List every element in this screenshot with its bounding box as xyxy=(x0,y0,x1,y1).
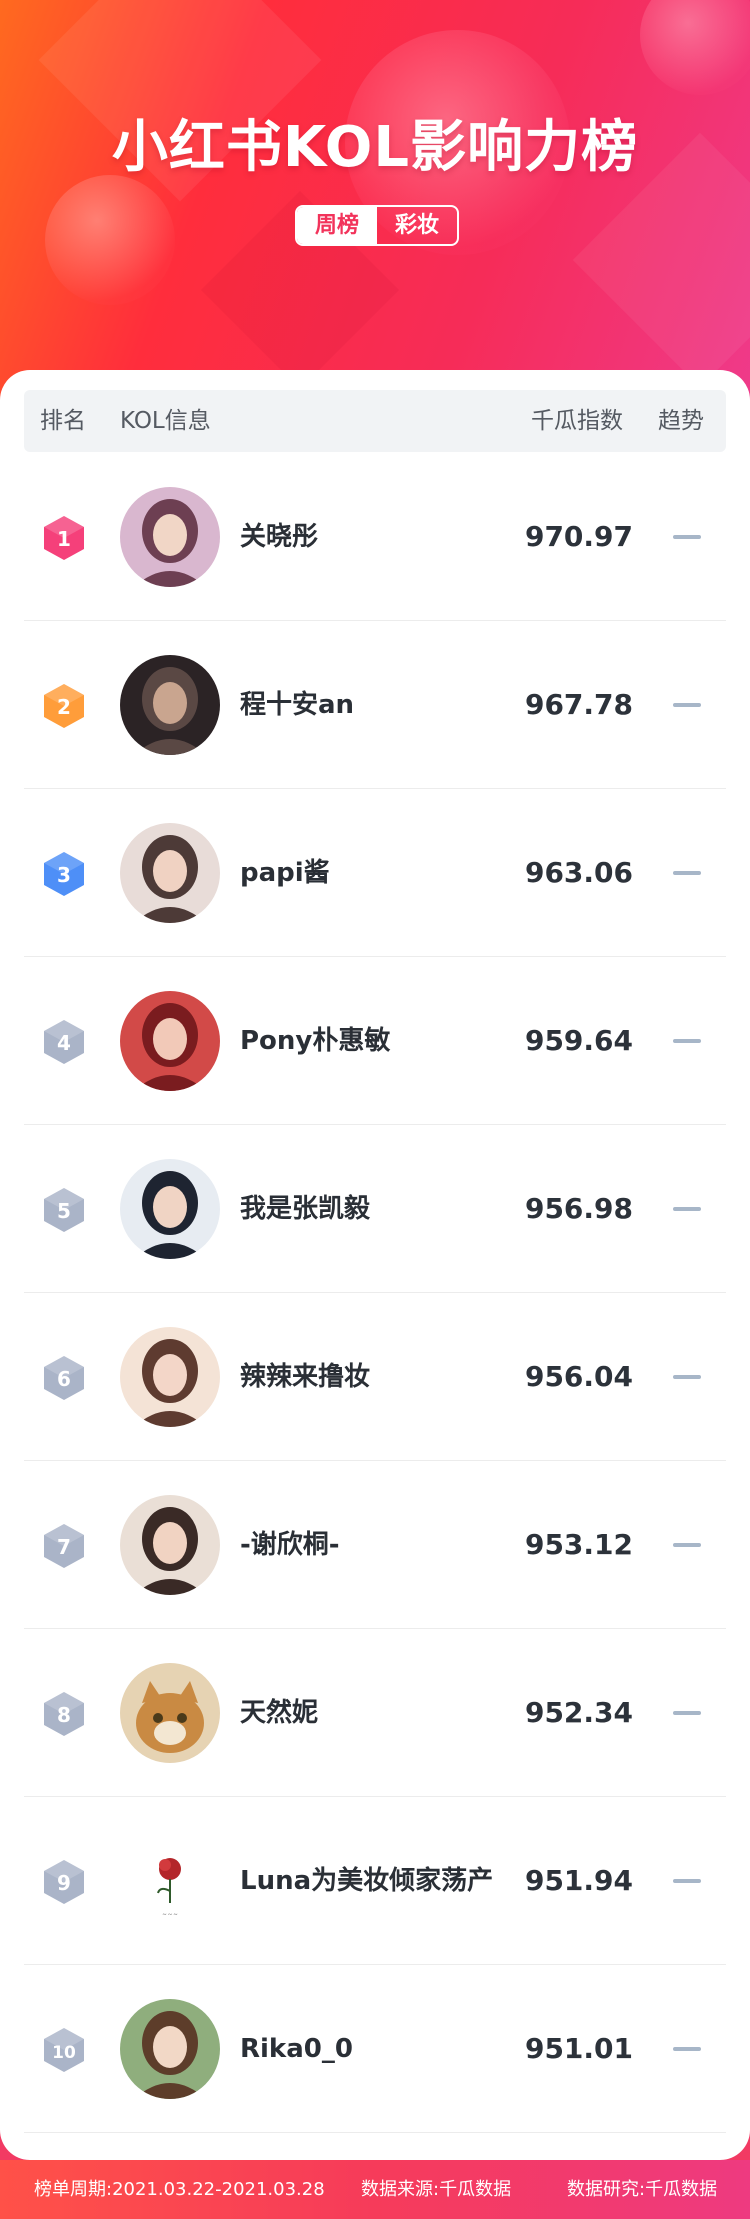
avatar[interactable] xyxy=(120,1159,220,1259)
index-score: 963.06 xyxy=(524,856,634,889)
rank-badge-icon: 4 xyxy=(42,1019,86,1065)
table-row[interactable]: 8 天然妮 952.34 xyxy=(24,1629,726,1797)
trend-flat-icon xyxy=(673,871,701,875)
avatar[interactable] xyxy=(120,823,220,923)
ranking-card: 排名 KOL信息 千瓜指数 趋势 1 关晓彤 970.97 2 程十安an 96… xyxy=(0,370,750,2160)
kol-name[interactable]: 关晓彤 xyxy=(240,453,318,621)
trend-flat-icon xyxy=(673,1711,701,1715)
avatar[interactable] xyxy=(120,655,220,755)
rank-badge-icon: 2 xyxy=(42,683,86,729)
tab-weekly[interactable]: 周榜 xyxy=(297,207,377,244)
ranking-list: 1 关晓彤 970.97 2 程十安an 967.78 3 papi酱 963.… xyxy=(24,453,726,2133)
rank-badge-icon: 3 xyxy=(42,851,86,897)
table-header: 排名 KOL信息 千瓜指数 趋势 xyxy=(24,390,726,452)
index-score: 959.64 xyxy=(524,1024,634,1057)
table-row[interactable]: 5 我是张凯毅 956.98 xyxy=(24,1125,726,1293)
rank-badge-icon: 7 xyxy=(42,1523,86,1569)
index-score: 951.94 xyxy=(524,1864,634,1897)
trend-flat-icon xyxy=(673,1879,701,1883)
table-row[interactable]: 10 Rika0_0 951.01 xyxy=(24,1965,726,2133)
index-score: 956.98 xyxy=(524,1192,634,1225)
rank-number: 2 xyxy=(57,695,71,719)
avatar[interactable] xyxy=(120,1999,220,2099)
rank-number: 6 xyxy=(57,1367,71,1391)
avatar[interactable] xyxy=(120,1495,220,1595)
avatar[interactable] xyxy=(120,991,220,1091)
rank-badge-icon: 9 xyxy=(42,1859,86,1905)
avatar[interactable] xyxy=(120,487,220,587)
rank-number: 1 xyxy=(57,527,71,551)
rank-badge-icon: 8 xyxy=(42,1691,86,1737)
index-score: 951.01 xyxy=(524,2032,634,2065)
index-score: 952.34 xyxy=(524,1696,634,1729)
rank-badge-icon: 6 xyxy=(42,1355,86,1401)
table-row[interactable]: 7 -谢欣桐- 953.12 xyxy=(24,1461,726,1629)
decor-orb xyxy=(45,175,175,305)
footer-period: 榜单周期:2021.03.22-2021.03.28 xyxy=(34,2179,325,2200)
tab-group: 周榜 彩妆 xyxy=(295,205,459,246)
rank-badge-icon: 5 xyxy=(42,1187,86,1233)
avatar[interactable] xyxy=(120,1327,220,1427)
rank-number: 5 xyxy=(57,1199,71,1223)
kol-name[interactable]: papi酱 xyxy=(240,789,330,957)
index-score: 956.04 xyxy=(524,1360,634,1393)
kol-name[interactable]: 辣辣来撸妆 xyxy=(240,1293,370,1461)
kol-name[interactable]: 我是张凯毅 xyxy=(240,1125,370,1293)
header-index: 千瓜指数 xyxy=(531,408,623,434)
trend-flat-icon xyxy=(673,1207,701,1211)
index-score: 967.78 xyxy=(524,688,634,721)
rank-number: 10 xyxy=(52,2043,76,2063)
kol-name[interactable]: Luna为美妆倾家荡产 xyxy=(240,1797,493,1965)
footer-research: 数据研究:千瓜数据 xyxy=(567,2179,718,2200)
hero-banner xyxy=(0,0,750,400)
trend-flat-icon xyxy=(673,535,701,539)
footer: 榜单周期:2021.03.22-2021.03.28 数据来源:千瓜数据 数据研… xyxy=(0,2160,750,2219)
rank-badge-icon: 1 xyxy=(42,515,86,561)
rank-badge-icon: 10 xyxy=(42,2027,86,2073)
tab-makeup[interactable]: 彩妆 xyxy=(377,207,457,244)
table-row[interactable]: 9 ~ ~ ~ Luna为美妆倾家荡产 951.94 xyxy=(24,1797,726,1965)
trend-flat-icon xyxy=(673,1375,701,1379)
trend-flat-icon xyxy=(673,703,701,707)
kol-name[interactable]: Pony朴惠敏 xyxy=(240,957,390,1125)
kol-name[interactable]: Rika0_0 xyxy=(240,1965,353,2133)
rank-number: 9 xyxy=(57,1871,71,1895)
trend-flat-icon xyxy=(673,1039,701,1043)
avatar[interactable]: ~ ~ ~ xyxy=(120,1831,220,1931)
header-kol-info: KOL信息 xyxy=(120,408,211,434)
footer-source: 数据来源:千瓜数据 xyxy=(361,2179,512,2200)
kol-name[interactable]: -谢欣桐- xyxy=(240,1461,340,1629)
rank-number: 7 xyxy=(57,1535,71,1559)
trend-flat-icon xyxy=(673,2047,701,2051)
trend-flat-icon xyxy=(673,1543,701,1547)
table-row[interactable]: 1 关晓彤 970.97 xyxy=(24,453,726,621)
table-row[interactable]: 2 程十安an 967.78 xyxy=(24,621,726,789)
rank-number: 4 xyxy=(57,1031,71,1055)
table-row[interactable]: 3 papi酱 963.06 xyxy=(24,789,726,957)
index-score: 953.12 xyxy=(524,1528,634,1561)
rank-number: 3 xyxy=(57,863,71,887)
avatar[interactable] xyxy=(120,1663,220,1763)
kol-name[interactable]: 程十安an xyxy=(240,621,354,789)
decor-orb xyxy=(640,0,750,95)
header-rank: 排名 xyxy=(40,408,86,434)
page-title: 小红书KOL影响力榜 xyxy=(111,115,639,180)
table-row[interactable]: 6 辣辣来撸妆 956.04 xyxy=(24,1293,726,1461)
index-score: 970.97 xyxy=(524,520,634,553)
rank-number: 8 xyxy=(57,1703,71,1727)
header-trend: 趋势 xyxy=(658,408,704,434)
svg-text:~ ~ ~: ~ ~ ~ xyxy=(163,1911,178,1919)
table-row[interactable]: 4 Pony朴惠敏 959.64 xyxy=(24,957,726,1125)
kol-name[interactable]: 天然妮 xyxy=(240,1629,318,1797)
